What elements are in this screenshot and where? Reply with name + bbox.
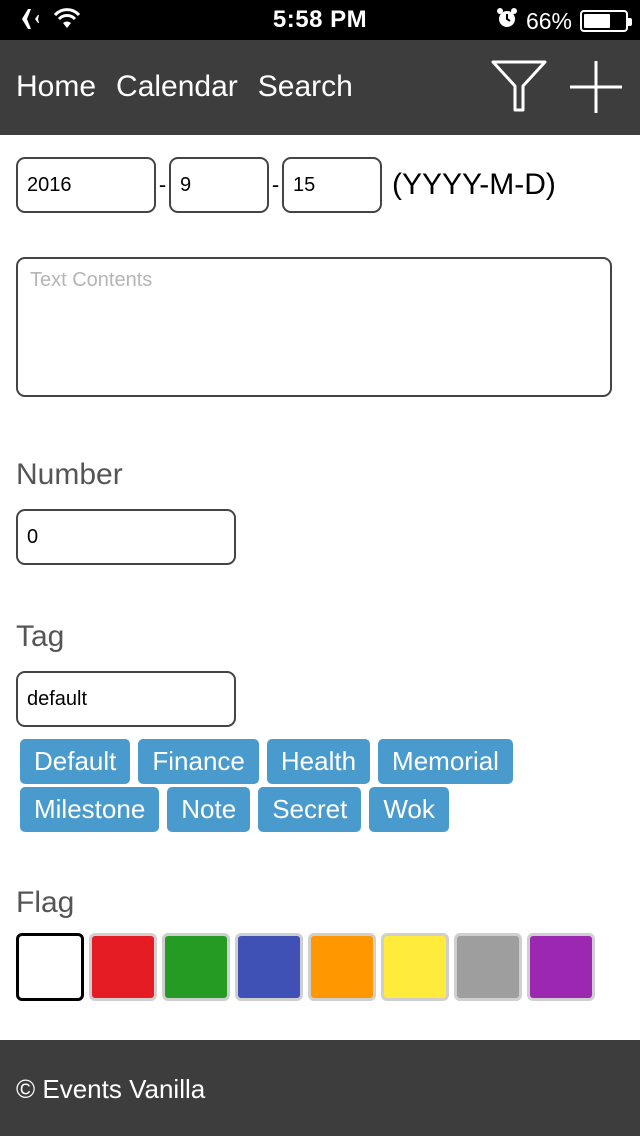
nav-bar: Home Calendar Search <box>0 40 640 135</box>
flag-swatch-blue[interactable] <box>235 933 303 1001</box>
nav-calendar-link[interactable]: Calendar <box>116 70 238 104</box>
tag-chip-health[interactable]: Health <box>266 739 371 784</box>
status-right: 66% <box>496 7 632 35</box>
battery-level <box>584 14 611 28</box>
flag-swatch-purple[interactable] <box>527 933 595 1001</box>
nav-links: Home Calendar Search <box>16 70 353 104</box>
flag-swatch-white[interactable] <box>16 933 84 1001</box>
plus-icon[interactable] <box>568 58 624 121</box>
year-input[interactable] <box>16 157 156 213</box>
tag-chip-milestone[interactable]: Milestone <box>20 787 160 832</box>
tag-input[interactable] <box>16 671 236 727</box>
tag-chip-memorial[interactable]: Memorial <box>378 739 513 784</box>
flag-swatch-yellow[interactable] <box>381 933 449 1001</box>
footer-copyright: © Events Vanilla <box>16 1074 206 1104</box>
tag-label: Tag <box>16 620 65 653</box>
tag-options: Default Finance Health Memorial Mileston… <box>20 739 580 832</box>
filter-icon[interactable] <box>490 58 548 121</box>
flag-swatch-gray[interactable] <box>454 933 522 1001</box>
date-separator: - <box>158 172 167 197</box>
tag-chip-wok[interactable]: Wok <box>369 787 449 832</box>
tag-chip-default[interactable]: Default <box>20 739 131 784</box>
date-format-hint: (YYYY-M-D) <box>392 168 556 201</box>
tag-chip-finance[interactable]: Finance <box>138 739 259 784</box>
battery-percent: 66% <box>525 7 572 34</box>
nav-home-link[interactable]: Home <box>16 70 96 104</box>
month-input[interactable] <box>169 157 269 213</box>
flag-swatch-green[interactable] <box>162 933 230 1001</box>
flag-swatch-red[interactable] <box>89 933 157 1001</box>
flag-label: Flag <box>16 886 75 919</box>
day-input[interactable] <box>282 157 382 213</box>
flag-swatch-orange[interactable] <box>308 933 376 1001</box>
number-input[interactable] <box>16 509 236 565</box>
alarm-icon <box>496 7 518 35</box>
status-bar: 5:58 PM 66% <box>0 0 640 40</box>
nav-search-link[interactable]: Search <box>258 70 353 104</box>
date-row: - - (YYYY-M-D) <box>16 157 556 213</box>
date-separator: - <box>271 172 280 197</box>
text-contents-field[interactable] <box>16 257 612 397</box>
footer: © Events Vanilla <box>0 1040 640 1136</box>
tag-chip-note[interactable]: Note <box>167 787 251 832</box>
battery-icon <box>580 10 632 32</box>
tag-chip-secret[interactable]: Secret <box>258 787 362 832</box>
number-label: Number <box>16 458 123 491</box>
flag-swatches <box>16 933 595 1001</box>
